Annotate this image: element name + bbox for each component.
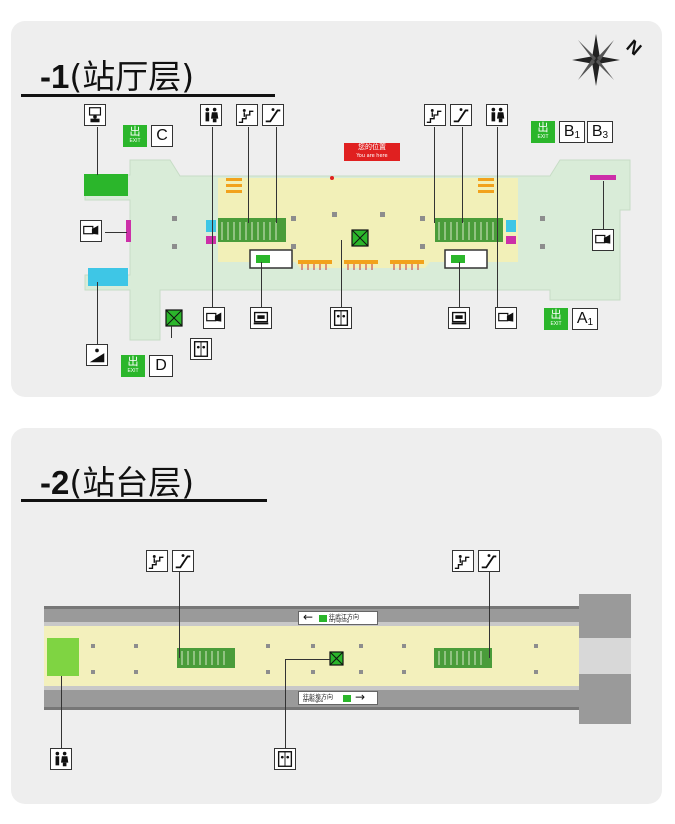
elevator-icon [330,307,352,329]
exit-a1-label: A1 [572,308,598,330]
exit-d-passage [88,268,128,286]
exit-c-passage [84,174,128,196]
direction-sign-west: ← 往武江方向 to Jiujiang [298,610,378,625]
direction-west-en: to Jiujiang [329,618,349,623]
direction-sign-east: 往彭埠方向 to Pengbu → [298,690,378,705]
exit-a-mark: 出 EXIT [544,308,568,330]
magenta-marker [506,236,516,244]
stairs-icon [452,550,474,572]
compass-north-label: N [623,36,646,60]
you-are-here-tag: 您的位置 You are here [344,143,400,161]
exit-d-mark: 出 EXIT [121,355,145,377]
restroom-icon [200,104,222,126]
magenta-marker [206,236,216,244]
elevator-icon [190,338,212,360]
stairs-icon [424,104,446,126]
you-are-here-en: You are here [356,153,388,159]
ticket-machine-icon [495,307,517,329]
stairs-icon [236,104,258,126]
escalator-icon [262,104,284,126]
level-number: -2 [40,464,70,501]
escalator-icon [172,550,194,572]
level-name: (站台层) [69,463,195,502]
escalator-icon [478,550,500,572]
service-center-icon [448,307,470,329]
ticket-office-icon [84,104,106,126]
exit-b3-label: B3 [587,121,613,143]
stairs-icon [146,550,168,572]
level-name: (站厅层) [69,57,195,96]
title-underline [21,499,267,502]
ticket-machine-icon [203,307,225,329]
ticket-machine-icon [80,220,102,242]
wheelchair-ramp-icon [86,344,108,366]
title-underline [21,94,275,97]
compass-icon: N [566,28,646,98]
service-center-icon [250,307,272,329]
platform-level-title: -2(站台层) [40,456,194,504]
elevator-icon [274,748,296,770]
platform-area [44,626,584,686]
direction-east-en: to Pengbu [303,698,324,703]
concourse-level-title: -1(站厅层) [40,50,194,98]
restroom-icon [486,104,508,126]
exit-b1-label: B1 [559,121,585,143]
magenta-marker [590,175,616,180]
exit-c-label: C [151,125,173,147]
exit-b-mark: 出 EXIT [531,121,555,143]
exit-d-label: D [149,355,173,377]
ticket-machine-icon [592,229,614,251]
magenta-marker [126,220,131,242]
escalator-icon [450,104,472,126]
platform-restroom-block [47,638,79,676]
level-number: -1 [40,58,70,95]
exit-c-mark: 出 EXIT [123,125,147,147]
restroom-icon [50,748,72,770]
you-are-here-cn: 您的位置 [358,143,386,151]
